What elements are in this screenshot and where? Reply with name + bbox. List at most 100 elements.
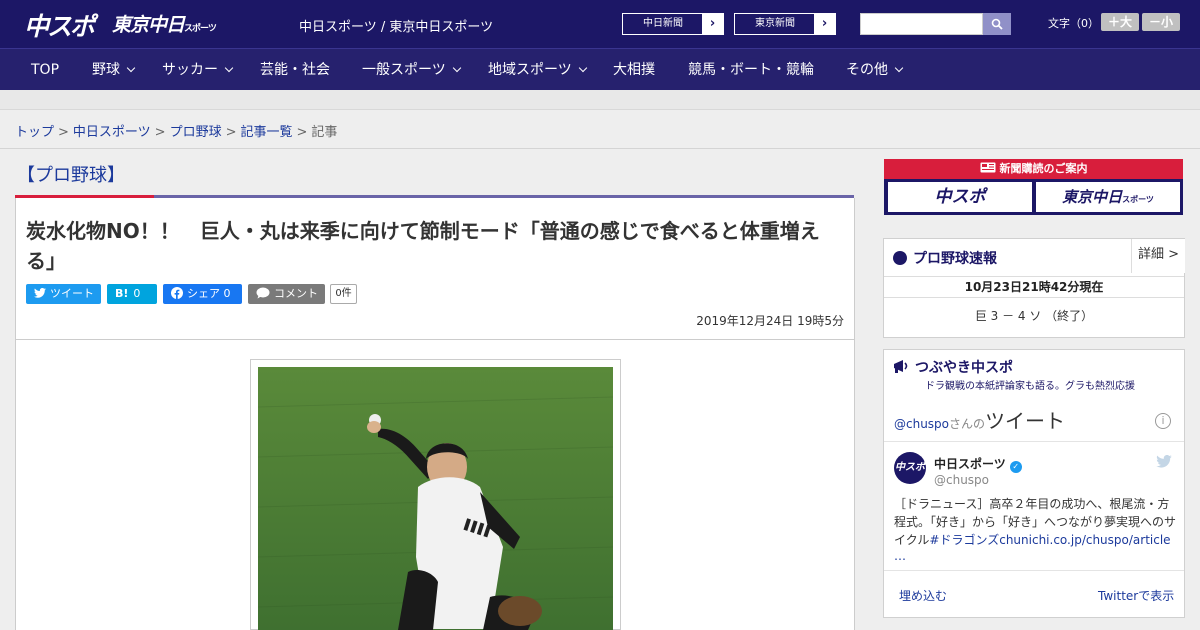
search-button[interactable] — [983, 13, 1011, 35]
subscribe-chuspo-link[interactable]: 中スポ — [888, 182, 1032, 212]
hatena-bookmark-button[interactable]: B! 0 — [107, 284, 157, 304]
subscribe-tokyo-text: 東京中日 — [1062, 188, 1123, 206]
tweet-handle-link[interactable]: @chuspo — [894, 417, 949, 431]
site-header: 中スポ 東京中日スポーツ 中日スポーツ / 東京中日スポーツ 中日新聞 › 東京… — [0, 0, 1200, 48]
facebook-share-label: シェア 0 — [187, 287, 231, 300]
nav-item-local-sports[interactable]: 地域スポーツ — [488, 49, 587, 91]
comment-label: コメント — [274, 287, 318, 300]
embed-link[interactable]: 埋め込む — [899, 587, 947, 604]
tokyo-logo-small: スポーツ — [184, 24, 217, 34]
article-headline: 炭水化物NO！！ 巨人・丸は来季に向けて節制モード「普通の感じで食べると体重増え… — [26, 219, 820, 273]
main-nav: TOP 野球 サッカー 芸能・社会 一般スポーツ 地域スポーツ 大相撲 競馬・ボ… — [0, 48, 1200, 90]
pitcher-photo-illustration — [258, 367, 613, 630]
font-size-decrease-button[interactable]: －小 — [1142, 13, 1180, 31]
chevron-down-icon — [894, 63, 904, 73]
twitter-bird-icon[interactable] — [1156, 455, 1172, 468]
search-input[interactable] — [860, 13, 983, 35]
hatena-icon: B! — [115, 287, 129, 300]
baseball-scores-title: プロ野球速報 — [913, 251, 997, 267]
breadcrumb-link-chuspo[interactable]: 中日スポーツ — [73, 125, 151, 140]
avatar[interactable]: 中スポ — [894, 452, 926, 484]
nav-label: TOP — [31, 62, 60, 78]
subscribe-tokyo-small: スポーツ — [1122, 195, 1154, 204]
nav-item-baseball[interactable]: 野球 — [92, 49, 136, 91]
breadcrumb-separator: > — [58, 125, 69, 140]
chevron-right-icon: › — [702, 14, 723, 34]
chevron-down-icon — [452, 63, 461, 73]
chunichi-shimbun-label: 中日新聞 — [643, 18, 683, 29]
tweet-timeline-title: @chuspoさんのツイート — [894, 405, 1065, 434]
font-size-label: 文字（0） — [1048, 17, 1099, 30]
scores-timestamp: 10月23日21時42分現在 — [884, 276, 1184, 298]
nav-item-other[interactable]: その他 — [846, 49, 904, 91]
tweet-button[interactable]: ツイート — [26, 284, 101, 304]
tweet-footer-divider — [884, 570, 1184, 571]
comment-button[interactable]: コメント — [248, 284, 325, 304]
hatena-count: 0 — [133, 287, 141, 300]
article-category[interactable]: 【プロ野球】 — [17, 161, 125, 187]
tweet-handle-suffix: さんの — [949, 417, 986, 431]
nav-item-general-sports[interactable]: 一般スポーツ — [362, 49, 461, 91]
chunichi-shimbun-link[interactable]: 中日新聞 › — [622, 13, 724, 35]
font-size-increase-button[interactable]: ＋大 — [1101, 13, 1139, 31]
comment-count[interactable]: 0件 — [330, 284, 357, 304]
tokyo-chunichi-logo[interactable]: 東京中日スポーツ — [112, 10, 217, 37]
tweet-divider — [884, 441, 1184, 442]
scores-detail-link[interactable]: 詳細 > — [1131, 239, 1185, 273]
nav-label: 野球 — [92, 62, 120, 78]
breadcrumb-link-top[interactable]: トップ — [15, 125, 54, 140]
megaphone-icon — [894, 360, 908, 373]
article-photo — [258, 367, 613, 630]
verified-badge-icon: ✓ — [1009, 461, 1022, 473]
nav-item-top[interactable]: TOP — [31, 49, 59, 91]
nav-label: 芸能・社会 — [260, 62, 330, 78]
facebook-icon — [171, 287, 183, 299]
score-result[interactable]: 巨 3 － 4 ソ （終了） — [884, 307, 1184, 324]
tweet-author-name-text: 中日スポーツ — [934, 457, 1006, 471]
tokyo-shimbun-label: 東京新聞 — [755, 18, 795, 29]
tweet-more-ellipsis[interactable]: … — [894, 549, 906, 563]
tokyo-logo-text: 東京中日 — [112, 14, 185, 36]
subscription-title: 新聞購読のご案内 — [884, 159, 1183, 179]
tokyo-shimbun-link[interactable]: 東京新聞 › — [734, 13, 836, 35]
twitter-panel-subtitle: ドラ観戦の本紙評論家も語る。グラも熱烈応援 — [925, 381, 1135, 392]
tweet-author-name[interactable]: 中日スポーツ ✓ — [934, 455, 1022, 473]
nav-label: 競馬・ボート・競輪 — [688, 62, 814, 78]
chevron-down-icon — [224, 63, 234, 73]
tweet-author-handle[interactable]: @chuspo — [934, 473, 989, 487]
breadcrumb-separator: > — [154, 125, 166, 140]
baseball-icon — [893, 251, 907, 265]
nav-item-sumo[interactable]: 大相撲 — [613, 49, 655, 91]
twitter-panel-title: つぶやき中スポ — [915, 360, 1013, 376]
subscribe-tokyo-chunichi-link[interactable]: 東京中日スポーツ — [1036, 182, 1180, 212]
tweet-label: ツイート — [50, 287, 94, 300]
breadcrumb: トップ > 中日スポーツ > プロ野球 > 記事一覧 > 記事 — [15, 121, 337, 140]
site-names: 中日スポーツ / 東京中日スポーツ — [299, 20, 494, 35]
breadcrumb-separator: > — [225, 125, 237, 140]
chuspo-logo[interactable]: 中スポ — [24, 7, 95, 43]
chevron-right-icon: › — [814, 14, 835, 34]
tweet-link[interactable]: #ドラゴンズchunichi.co.jp/chuspo/article — [929, 533, 1170, 547]
publish-date: 2019年12月24日 19時5分 — [696, 314, 844, 328]
nav-label: 大相撲 — [613, 62, 655, 78]
nav-label: その他 — [846, 62, 888, 78]
breadcrumb-link-article-list[interactable]: 記事一覧 — [241, 125, 293, 140]
facebook-share-button[interactable]: シェア 0 — [163, 284, 242, 304]
newspaper-icon — [980, 162, 995, 173]
nav-item-soccer[interactable]: サッカー — [162, 49, 234, 91]
nav-item-racing[interactable]: 競馬・ボート・競輪 — [688, 49, 814, 91]
breadcrumb-link-pro-baseball[interactable]: プロ野球 — [170, 125, 222, 140]
nav-item-entertainment[interactable]: 芸能・社会 — [260, 49, 330, 91]
nav-label: 一般スポーツ — [362, 62, 446, 78]
tweet-text: ［ドラニュース］高卒２年目の成功へ、根尾流・方程式。「好き」から「好き」へつなが… — [894, 495, 1176, 549]
breadcrumb-current: 記事 — [311, 125, 338, 140]
breadcrumb-separator: > — [296, 125, 308, 140]
view-on-twitter-link[interactable]: Twitterで表示 — [1098, 587, 1174, 604]
twitter-panel-heading: つぶやき中スポ — [893, 357, 1013, 377]
search-icon — [991, 18, 1003, 30]
info-icon[interactable]: i — [1155, 413, 1171, 429]
subscription-title-text: 新聞購読のご案内 — [999, 162, 1088, 175]
nav-label: 地域スポーツ — [488, 62, 572, 78]
nav-label: サッカー — [162, 62, 218, 78]
speech-bubble-icon — [256, 287, 270, 299]
